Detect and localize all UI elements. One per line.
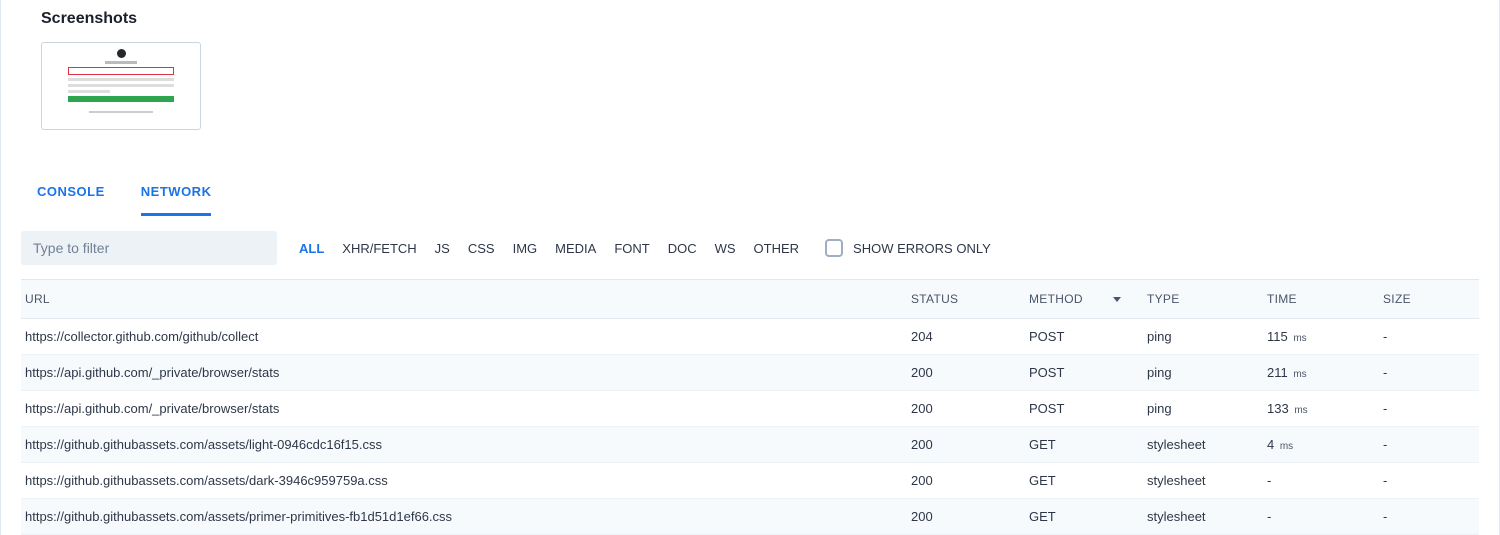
network-table: URL STATUS METHOD TYPE TIME SIZE https:/… bbox=[21, 279, 1479, 535]
thumb-line bbox=[68, 78, 174, 81]
cell-status: 204 bbox=[901, 319, 1019, 355]
cell-url: https://github.githubassets.com/assets/l… bbox=[21, 427, 901, 463]
github-mark-icon bbox=[117, 49, 126, 58]
cell-status: 200 bbox=[901, 391, 1019, 427]
thumb-primary-button bbox=[68, 96, 174, 102]
cell-method: POST bbox=[1019, 319, 1137, 355]
cell-url: https://api.github.com/_private/browser/… bbox=[21, 355, 901, 391]
table-row[interactable]: https://api.github.com/_private/browser/… bbox=[21, 355, 1479, 391]
chip-doc[interactable]: DOC bbox=[668, 241, 697, 256]
cell-time: - bbox=[1257, 499, 1373, 535]
cell-type: ping bbox=[1137, 355, 1257, 391]
tab-network[interactable]: NETWORK bbox=[141, 170, 212, 216]
col-header-time[interactable]: TIME bbox=[1257, 280, 1373, 319]
cell-url: https://api.github.com/_private/browser/… bbox=[21, 391, 901, 427]
thumb-error-field bbox=[68, 67, 174, 75]
chip-js[interactable]: JS bbox=[435, 241, 450, 256]
cell-status: 200 bbox=[901, 499, 1019, 535]
table-row[interactable]: https://github.githubassets.com/assets/d… bbox=[21, 463, 1479, 499]
sort-desc-icon bbox=[1113, 297, 1121, 302]
col-header-type[interactable]: TYPE bbox=[1137, 280, 1257, 319]
cell-method: POST bbox=[1019, 391, 1137, 427]
cell-time: - bbox=[1257, 463, 1373, 499]
cell-type: stylesheet bbox=[1137, 427, 1257, 463]
col-header-status[interactable]: STATUS bbox=[901, 280, 1019, 319]
chip-media[interactable]: MEDIA bbox=[555, 241, 596, 256]
devtools-tabs: CONSOLE NETWORK bbox=[21, 170, 1479, 217]
cell-time: 115 ms bbox=[1257, 319, 1373, 355]
cell-time: 133 ms bbox=[1257, 391, 1373, 427]
col-header-method-label: METHOD bbox=[1029, 292, 1083, 306]
screenshot-thumbnail[interactable] bbox=[41, 42, 201, 130]
thumb-line bbox=[68, 84, 174, 87]
cell-size: - bbox=[1373, 355, 1479, 391]
chip-all[interactable]: ALL bbox=[299, 241, 324, 256]
cell-url: https://github.githubassets.com/assets/p… bbox=[21, 499, 901, 535]
table-row[interactable]: https://github.githubassets.com/assets/p… bbox=[21, 499, 1479, 535]
table-row[interactable]: https://github.githubassets.com/assets/l… bbox=[21, 427, 1479, 463]
time-unit: ms bbox=[1294, 405, 1307, 416]
col-header-method[interactable]: METHOD bbox=[1019, 280, 1137, 319]
cell-size: - bbox=[1373, 319, 1479, 355]
chip-ws[interactable]: WS bbox=[715, 241, 736, 256]
col-header-url[interactable]: URL bbox=[21, 280, 901, 319]
chip-img[interactable]: IMG bbox=[513, 241, 538, 256]
thumb-heading-line bbox=[105, 61, 137, 64]
devtools-panel: Screenshots CONSOLE NETWORK ALL XHR/FETC… bbox=[0, 0, 1500, 535]
table-row[interactable]: https://api.github.com/_private/browser/… bbox=[21, 391, 1479, 427]
time-unit: ms bbox=[1293, 333, 1306, 344]
time-unit: ms bbox=[1280, 441, 1293, 452]
thumb-footer-line bbox=[89, 111, 153, 113]
cell-size: - bbox=[1373, 391, 1479, 427]
cell-time: 4 ms bbox=[1257, 427, 1373, 463]
table-row[interactable]: https://collector.github.com/github/coll… bbox=[21, 319, 1479, 355]
resource-type-filters: ALL XHR/FETCH JS CSS IMG MEDIA FONT DOC … bbox=[299, 241, 799, 256]
cell-type: ping bbox=[1137, 391, 1257, 427]
cell-status: 200 bbox=[901, 427, 1019, 463]
network-toolbar: ALL XHR/FETCH JS CSS IMG MEDIA FONT DOC … bbox=[21, 217, 1479, 279]
screenshots-strip bbox=[21, 42, 1479, 170]
cell-size: - bbox=[1373, 499, 1479, 535]
cell-time: 211 ms bbox=[1257, 355, 1373, 391]
cell-method: POST bbox=[1019, 355, 1137, 391]
checkbox-icon bbox=[825, 239, 843, 257]
table-header-row: URL STATUS METHOD TYPE TIME SIZE bbox=[21, 280, 1479, 319]
cell-method: GET bbox=[1019, 427, 1137, 463]
cell-size: - bbox=[1373, 427, 1479, 463]
show-errors-only-toggle[interactable]: SHOW ERRORS ONLY bbox=[825, 239, 991, 257]
cell-size: - bbox=[1373, 463, 1479, 499]
filter-input[interactable] bbox=[21, 231, 277, 265]
cell-url: https://collector.github.com/github/coll… bbox=[21, 319, 901, 355]
col-header-size[interactable]: SIZE bbox=[1373, 280, 1479, 319]
cell-url: https://github.githubassets.com/assets/d… bbox=[21, 463, 901, 499]
tab-console[interactable]: CONSOLE bbox=[37, 170, 105, 216]
chip-css[interactable]: CSS bbox=[468, 241, 495, 256]
show-errors-only-label: SHOW ERRORS ONLY bbox=[853, 241, 991, 256]
cell-method: GET bbox=[1019, 463, 1137, 499]
chip-font[interactable]: FONT bbox=[614, 241, 649, 256]
cell-type: stylesheet bbox=[1137, 499, 1257, 535]
thumb-line bbox=[68, 90, 110, 93]
cell-status: 200 bbox=[901, 463, 1019, 499]
cell-type: stylesheet bbox=[1137, 463, 1257, 499]
cell-status: 200 bbox=[901, 355, 1019, 391]
section-title: Screenshots bbox=[21, 0, 1479, 42]
cell-type: ping bbox=[1137, 319, 1257, 355]
time-unit: ms bbox=[1293, 369, 1306, 380]
chip-other[interactable]: OTHER bbox=[754, 241, 800, 256]
cell-method: GET bbox=[1019, 499, 1137, 535]
chip-xhr-fetch[interactable]: XHR/FETCH bbox=[342, 241, 416, 256]
